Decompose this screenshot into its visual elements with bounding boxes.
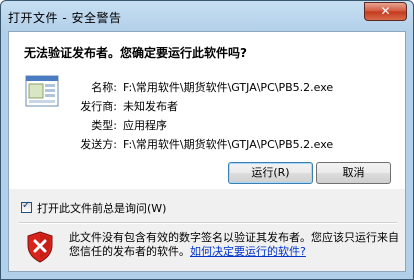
dialog-headline: 无法验证发布者。您确定要运行此软件吗?: [24, 46, 247, 60]
how-to-decide-link[interactable]: 如何决定要运行的软件?: [190, 245, 306, 258]
field-label: 类型:: [91, 119, 117, 132]
warning-shield-icon: [27, 231, 53, 263]
field-value: 应用程序: [123, 119, 167, 132]
security-warning-window: 打开文件 - 安全警告 ✕ 无法验证发布者。您确定要运行此软件吗? 名称: F:…: [0, 0, 414, 280]
field-label: 名称:: [91, 81, 117, 94]
field-value: F:\常用软件\期货软件\GTJA\PC\PB5.2.exe: [123, 138, 334, 151]
always-ask-label[interactable]: 打开此文件前总是询问(W): [37, 200, 166, 216]
info-panel: 无法验证发布者。您确定要运行此软件吗? 名称: F:\常用软件\期货软件\GTJ…: [9, 32, 405, 189]
close-icon: ✕: [380, 4, 391, 18]
close-button[interactable]: ✕: [364, 2, 407, 21]
window-title: 打开文件 - 安全警告: [8, 11, 122, 25]
run-button[interactable]: 运行(R): [228, 162, 313, 184]
field-value: F:\常用软件\期货软件\GTJA\PC\PB5.2.exe: [123, 81, 334, 94]
divider: [19, 222, 397, 224]
field-value: 未知发布者: [123, 100, 178, 113]
always-ask-checkbox[interactable]: ✓: [21, 200, 32, 213]
field-label: 发行商:: [80, 100, 117, 113]
warning-message: 此文件没有包含有效的数字签名以验证其发布者。您应该只运行来自您信任的发布者的软件…: [69, 231, 399, 259]
cancel-button[interactable]: 取消: [316, 162, 391, 184]
title-bar[interactable]: 打开文件 - 安全警告 ✕: [1, 1, 413, 31]
checkmark-icon: ✓: [22, 200, 31, 211]
field-label: 发送方:: [80, 138, 117, 151]
dialog-client-area: 无法验证发布者。您确定要运行此软件吗? 名称: F:\常用软件\期货软件\GTJ…: [8, 31, 406, 272]
